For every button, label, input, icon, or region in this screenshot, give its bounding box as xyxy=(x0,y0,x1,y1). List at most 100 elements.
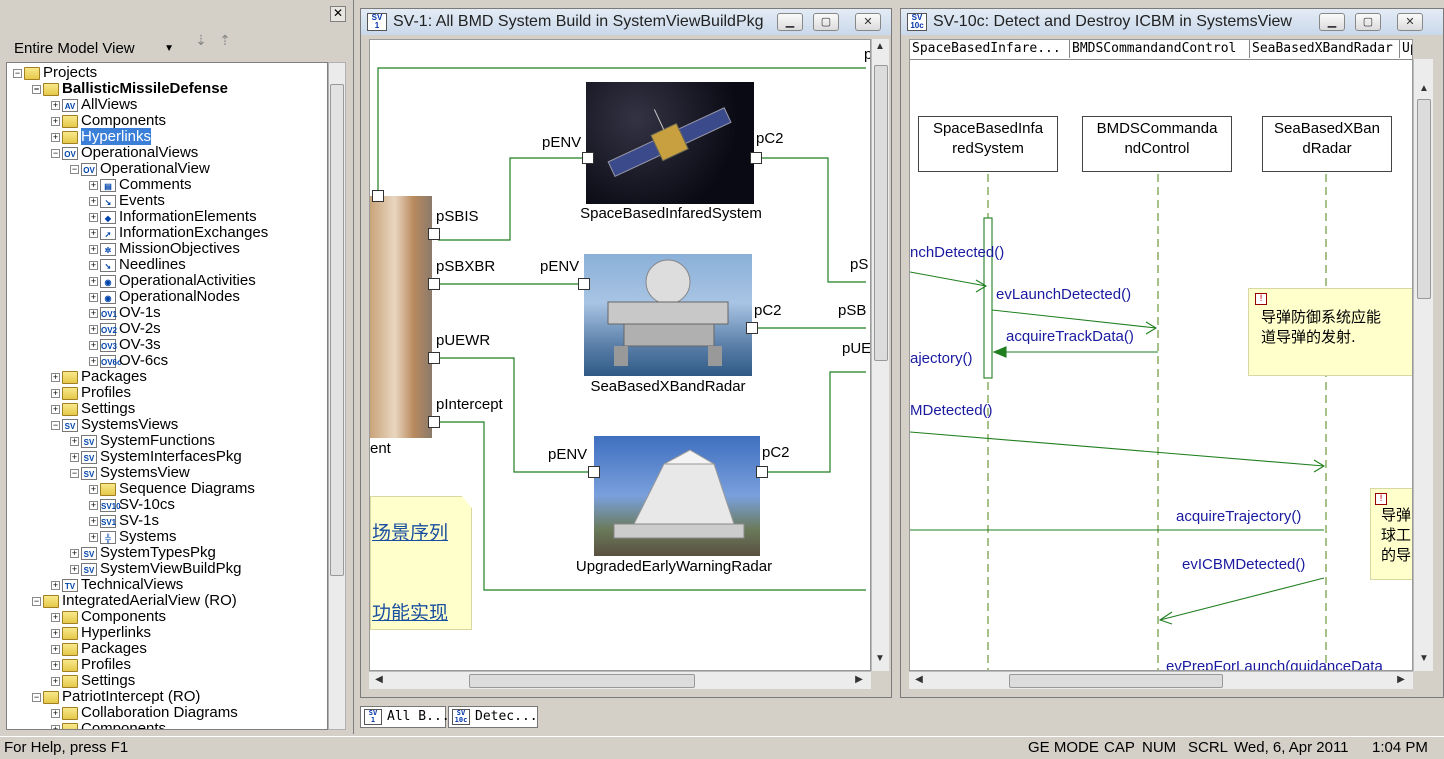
collapse-icon[interactable]: − xyxy=(32,596,41,606)
expand-icon[interactable]: + xyxy=(51,724,60,729)
port[interactable] xyxy=(372,190,384,202)
expand-icon[interactable]: + xyxy=(89,340,98,350)
expand-icon[interactable]: + xyxy=(70,548,79,558)
tree-item[interactable]: + OV1 OV-1s xyxy=(89,305,161,321)
expand-icon[interactable]: + xyxy=(70,564,79,574)
tree-item[interactable]: + TV TechnicalViews xyxy=(51,577,183,593)
tree-item[interactable]: + ↘ Events xyxy=(89,193,165,209)
tree-item[interactable]: + SV SystemFunctions xyxy=(70,433,215,449)
port-psbis[interactable] xyxy=(428,228,440,240)
close-icon[interactable]: ✕ xyxy=(330,6,346,22)
message-label[interactable]: ajectory() xyxy=(910,350,973,367)
expand-icon[interactable]: + xyxy=(51,580,60,590)
tree-item[interactable]: + Profiles xyxy=(51,657,131,673)
minimize-button[interactable]: ▁ xyxy=(1319,13,1345,31)
tree-item[interactable]: + Packages xyxy=(51,369,147,385)
expand-icon[interactable]: + xyxy=(51,644,60,654)
message-label[interactable]: evLaunchDetected() xyxy=(996,286,1131,303)
expand-icon[interactable]: + xyxy=(70,452,79,462)
arrow-down-icon[interactable]: ▼ xyxy=(872,653,888,664)
tree-scrollbar-thumb[interactable] xyxy=(330,84,344,576)
tree-item[interactable]: + Sequence Diagrams xyxy=(89,481,255,497)
expand-icon[interactable]: + xyxy=(89,500,98,510)
tree-item[interactable]: + Settings xyxy=(51,673,135,689)
expand-icon[interactable]: + xyxy=(89,532,98,542)
port-psbxbr[interactable] xyxy=(428,278,440,290)
tree-item[interactable]: − Projects xyxy=(13,65,97,81)
tree-item[interactable]: + Components xyxy=(51,721,166,729)
satellite-image[interactable] xyxy=(586,82,754,204)
message-label[interactable]: MDetected() xyxy=(910,402,993,419)
tree-item[interactable]: + ◉ OperationalNodes xyxy=(89,289,240,305)
tree-item[interactable]: + SV SystemInterfacesPkg xyxy=(70,449,242,465)
hyperlink[interactable]: 场景序列 xyxy=(372,518,448,545)
expand-icon[interactable]: + xyxy=(89,308,98,318)
arrow-right-icon[interactable]: ▶ xyxy=(1393,674,1409,685)
tree-item[interactable]: + Hyperlinks xyxy=(51,625,151,641)
tree-item[interactable]: − SV SystemsViews xyxy=(51,417,178,433)
maximize-button[interactable]: ▢ xyxy=(813,13,839,31)
scrollbar-thumb[interactable] xyxy=(469,674,695,688)
tree-item[interactable]: + ╬ Systems xyxy=(89,529,177,545)
collapse-icon[interactable]: − xyxy=(32,84,41,94)
tree-item[interactable]: + ➚ InformationExchanges xyxy=(89,225,268,241)
arrow-down-icon[interactable]: ▼ xyxy=(1416,653,1432,664)
lifeline-box[interactable]: BMDSCommanda ndControl xyxy=(1082,116,1232,172)
lifeline-box[interactable]: SeaBasedXBan dRadar xyxy=(1262,116,1392,172)
sv10c-canvas[interactable]: SpaceBasedInfare... BMDSCommandandContro… xyxy=(909,39,1413,671)
port-pc2[interactable] xyxy=(756,466,768,478)
collapse-icon[interactable]: − xyxy=(13,68,22,78)
expand-icon[interactable]: + xyxy=(51,612,60,622)
tree-item[interactable]: + SV10SV-10cs xyxy=(89,497,175,513)
expand-icon[interactable]: + xyxy=(51,660,60,670)
requirement-note[interactable]: ! 导弹防御系统应能 道导弹的发射. xyxy=(1248,288,1412,376)
message-label[interactable]: nchDetected() xyxy=(910,244,1004,261)
tree-item[interactable]: + Components xyxy=(51,609,166,625)
expand-icon[interactable]: + xyxy=(51,676,60,686)
expand-icon[interactable]: + xyxy=(51,100,60,110)
tree-item[interactable]: + OV2 OV-2s xyxy=(89,321,161,337)
arrow-up-icon[interactable]: ▲ xyxy=(872,41,888,52)
tree-item[interactable]: + Profiles xyxy=(51,385,131,401)
scrollbar-thumb[interactable] xyxy=(1009,674,1223,688)
tree-item[interactable]: + OV6cOV-6cs xyxy=(89,353,168,369)
arrow-up-icon[interactable]: ⇡ xyxy=(216,32,234,52)
tree-item[interactable]: + Hyperlinks xyxy=(51,128,152,145)
expand-icon[interactable]: + xyxy=(89,276,98,286)
expand-icon[interactable]: + xyxy=(89,356,98,366)
expand-icon[interactable]: + xyxy=(51,132,60,142)
expand-icon[interactable]: + xyxy=(89,196,98,206)
lifeline-box[interactable]: SpaceBasedInfa redSystem xyxy=(918,116,1058,172)
expand-icon[interactable]: + xyxy=(89,324,98,334)
tree-item[interactable]: − SV SystemsView xyxy=(70,465,190,481)
hyperlink[interactable]: 功能实现 xyxy=(372,598,448,625)
port-pintercept[interactable] xyxy=(428,416,440,428)
message-label[interactable]: evPrepForLaunch(guidanceData xyxy=(1166,658,1383,670)
scrollbar-thumb[interactable] xyxy=(874,65,888,361)
sv10c-horizontal-scrollbar[interactable]: ◀ ▶ xyxy=(909,671,1413,689)
arrow-left-icon[interactable]: ◀ xyxy=(911,674,927,685)
expand-icon[interactable]: + xyxy=(89,180,98,190)
tree-item[interactable]: + ◉ OperationalActivities xyxy=(89,273,256,289)
tree-item[interactable]: + ➘ Needlines xyxy=(89,257,186,273)
expand-icon[interactable]: + xyxy=(51,372,60,382)
early-warning-radar-image[interactable] xyxy=(594,436,760,556)
port-pc2[interactable] xyxy=(750,152,762,164)
collapse-icon[interactable]: − xyxy=(51,420,60,430)
expand-icon[interactable]: + xyxy=(89,260,98,270)
expand-icon[interactable]: + xyxy=(89,212,98,222)
port-penv[interactable] xyxy=(588,466,600,478)
tree-item[interactable]: − BallisticMissileDefense xyxy=(32,81,228,97)
sv10c-titlebar[interactable]: SV 10c SV-10c: Detect and Destroy ICBM in… xyxy=(901,9,1443,35)
message-label[interactable]: acquireTrackData() xyxy=(1006,328,1134,345)
tree-item[interactable]: + Components xyxy=(51,113,166,129)
tree-item[interactable]: − IntegratedAerialView (RO) xyxy=(32,593,237,609)
minimize-button[interactable]: ▁ xyxy=(777,13,803,31)
port-pc2[interactable] xyxy=(746,322,758,334)
expand-icon[interactable]: + xyxy=(89,292,98,302)
sea-radar-image[interactable] xyxy=(584,254,752,376)
close-button[interactable]: ✕ xyxy=(1397,13,1423,31)
scrollbar-thumb[interactable] xyxy=(1417,99,1431,299)
requirement-note[interactable]: ! 导弹 球工 的导 xyxy=(1370,488,1412,580)
tree-item[interactable]: − OV OperationalView xyxy=(70,161,210,177)
